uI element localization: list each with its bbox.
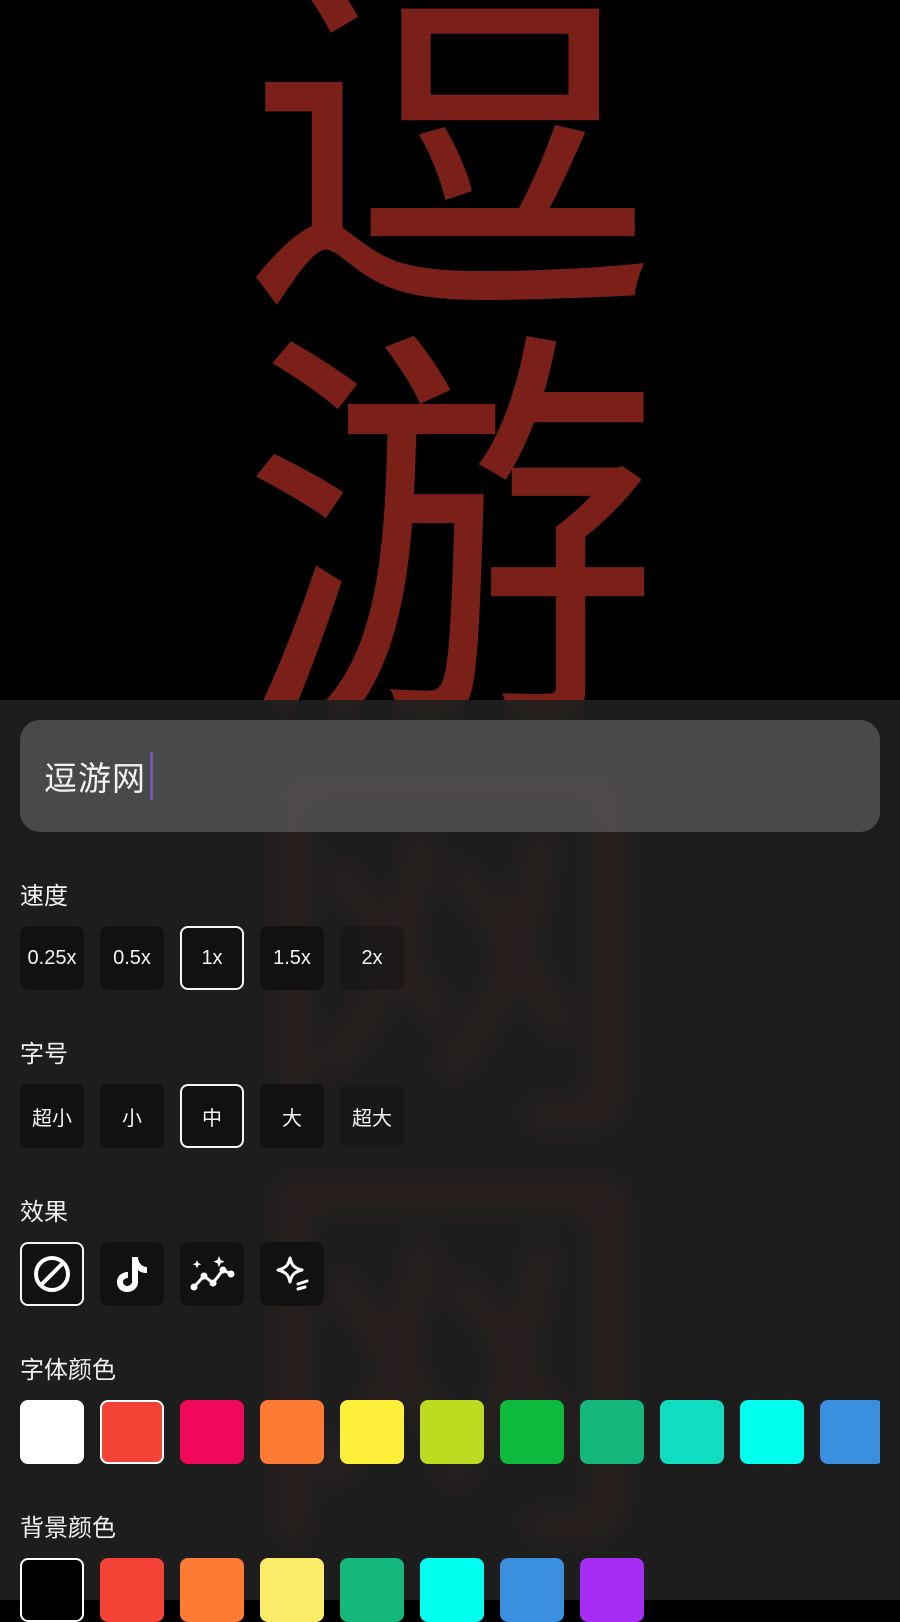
- background-color-swatch[interactable]: [100, 1558, 164, 1622]
- background-color-swatch[interactable]: [180, 1558, 244, 1622]
- font-size-option-xsmall[interactable]: 超小: [20, 1084, 84, 1148]
- font-color-swatch[interactable]: [820, 1400, 880, 1464]
- font-color-label: 字体颜色: [20, 1356, 116, 1384]
- text-input-value[interactable]: 逗游网: [44, 752, 146, 800]
- font-size-option-xlarge[interactable]: 超大: [340, 1084, 404, 1148]
- ai-star-icon: [276, 1256, 309, 1291]
- background-color-label: 背景颜色: [20, 1514, 116, 1542]
- font-color-swatch[interactable]: [740, 1400, 804, 1464]
- background-color-swatch[interactable]: [340, 1558, 404, 1622]
- sparkle-chart-icon: [190, 1256, 235, 1291]
- speed-options: 0.25x 0.5x 1x 1.5x 2x: [20, 926, 404, 990]
- speed-option-0.25x[interactable]: 0.25x: [20, 926, 84, 990]
- font-color-swatch[interactable]: [100, 1400, 164, 1464]
- speed-option-0.5x[interactable]: 0.5x: [100, 926, 164, 990]
- text-caret: [150, 752, 153, 800]
- settings-panel: 逗游网 速度 0.25x 0.5x 1x 1.5x 2x 字号 超小 小 中 大…: [0, 700, 900, 1622]
- speed-label: 速度: [20, 882, 68, 910]
- font-size-label: 字号: [20, 1040, 68, 1068]
- effect-options: [20, 1242, 324, 1306]
- marquee-char: 逗: [240, 0, 660, 379]
- effect-option-none[interactable]: [20, 1242, 84, 1306]
- font-size-option-small[interactable]: 小: [100, 1084, 164, 1148]
- effect-option-tiktok[interactable]: [100, 1242, 164, 1306]
- font-color-swatch[interactable]: [660, 1400, 724, 1464]
- background-color-swatch[interactable]: [260, 1558, 324, 1622]
- font-color-swatch[interactable]: [180, 1400, 244, 1464]
- font-color-swatch[interactable]: [580, 1400, 644, 1464]
- font-color-swatch[interactable]: [340, 1400, 404, 1464]
- effect-label: 效果: [20, 1198, 68, 1226]
- font-size-option-large[interactable]: 大: [260, 1084, 324, 1148]
- tiktok-icon: [117, 1257, 147, 1292]
- text-input[interactable]: 逗游网: [20, 720, 880, 832]
- effect-option-ai-star[interactable]: [260, 1242, 324, 1306]
- background-color-swatches: [20, 1558, 644, 1622]
- font-color-swatch[interactable]: [500, 1400, 564, 1464]
- background-color-swatch[interactable]: [20, 1558, 84, 1622]
- font-color-swatch[interactable]: [20, 1400, 84, 1464]
- background-color-swatch[interactable]: [580, 1558, 644, 1622]
- effect-option-sparkle-chart[interactable]: [180, 1242, 244, 1306]
- speed-option-1x[interactable]: 1x: [180, 926, 244, 990]
- background-color-swatch[interactable]: [500, 1558, 564, 1622]
- none-icon: [34, 1256, 70, 1292]
- speed-option-1.5x[interactable]: 1.5x: [260, 926, 324, 990]
- font-color-swatch[interactable]: [420, 1400, 484, 1464]
- font-size-options: 超小 小 中 大 超大: [20, 1084, 404, 1148]
- font-size-option-medium[interactable]: 中: [180, 1084, 244, 1148]
- font-color-swatch[interactable]: [260, 1400, 324, 1464]
- speed-option-2x[interactable]: 2x: [340, 926, 404, 990]
- background-color-swatch[interactable]: [420, 1558, 484, 1622]
- marquee-char: 游: [240, 300, 660, 789]
- font-color-swatches: [20, 1400, 880, 1464]
